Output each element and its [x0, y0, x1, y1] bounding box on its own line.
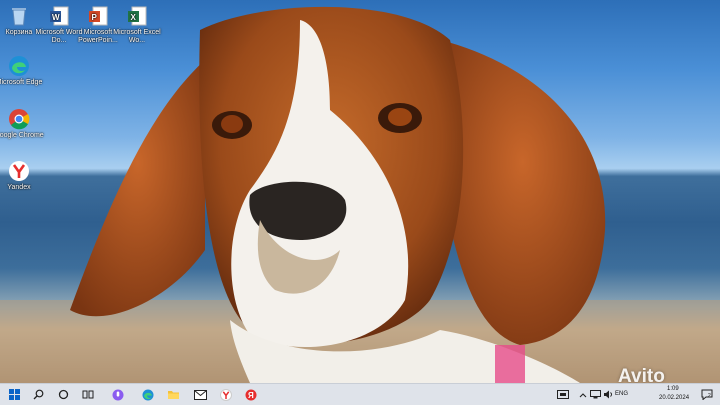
volume-icon[interactable]	[600, 387, 616, 402]
chrome-icon	[8, 108, 30, 130]
tray-app-icon[interactable]	[555, 387, 571, 402]
voice-assistant-icon[interactable]	[110, 387, 126, 402]
mail-icon[interactable]	[192, 387, 208, 402]
desktop-icon-excel[interactable]: X Microsoft Excel Wo...	[112, 5, 162, 45]
recycle-bin-icon	[8, 5, 30, 27]
desktop-icon-label: Microsoft Edge	[0, 79, 43, 86]
yandex-browser-icon[interactable]	[218, 387, 234, 402]
file-explorer-icon[interactable]	[165, 387, 181, 402]
taskbar: Я ENG 1:09 20.02.2024 2	[0, 383, 720, 405]
search-icon[interactable]	[30, 387, 46, 402]
notification-center-icon[interactable]	[699, 387, 715, 402]
excel-icon: X	[126, 5, 148, 27]
svg-text:P: P	[92, 13, 98, 22]
windows-start-icon[interactable]	[6, 387, 22, 402]
clock-time[interactable]: 1:09	[667, 386, 679, 392]
beagle-wallpaper-image	[0, 6, 720, 383]
desktop-icon-yandex[interactable]: Yandex	[0, 160, 44, 192]
clock-date[interactable]: 20.02.2024	[659, 395, 689, 401]
desktop-wallpaper: Корзина W Microsoft Word Do... P Microso…	[0, 0, 720, 383]
yandex-browser-icon	[8, 160, 30, 182]
edge-icon[interactable]	[140, 387, 156, 402]
desktop-icon-edge[interactable]: Microsoft Edge	[0, 55, 44, 87]
word-icon: W	[48, 5, 70, 27]
desktop-icon-label: Yandex	[7, 184, 31, 191]
powerpoint-icon: P	[87, 5, 109, 27]
desktop-icon-label: Google Chrome	[0, 132, 44, 139]
yandex-icon[interactable]: Я	[243, 387, 259, 402]
cortana-icon[interactable]	[55, 387, 71, 402]
svg-text:W: W	[52, 13, 60, 22]
edge-icon	[8, 55, 30, 77]
notification-count-badge: 2	[708, 393, 711, 399]
svg-text:Я: Я	[248, 391, 254, 400]
desktop-icon-label: Microsoft Excel Wo...	[113, 29, 161, 44]
desktop-icon-chrome[interactable]: Google Chrome	[0, 108, 44, 140]
language-indicator[interactable]: ENG	[615, 391, 628, 397]
svg-text:X: X	[131, 13, 137, 22]
avito-watermark: Avito	[618, 366, 665, 383]
task-view-icon[interactable]	[80, 387, 96, 402]
